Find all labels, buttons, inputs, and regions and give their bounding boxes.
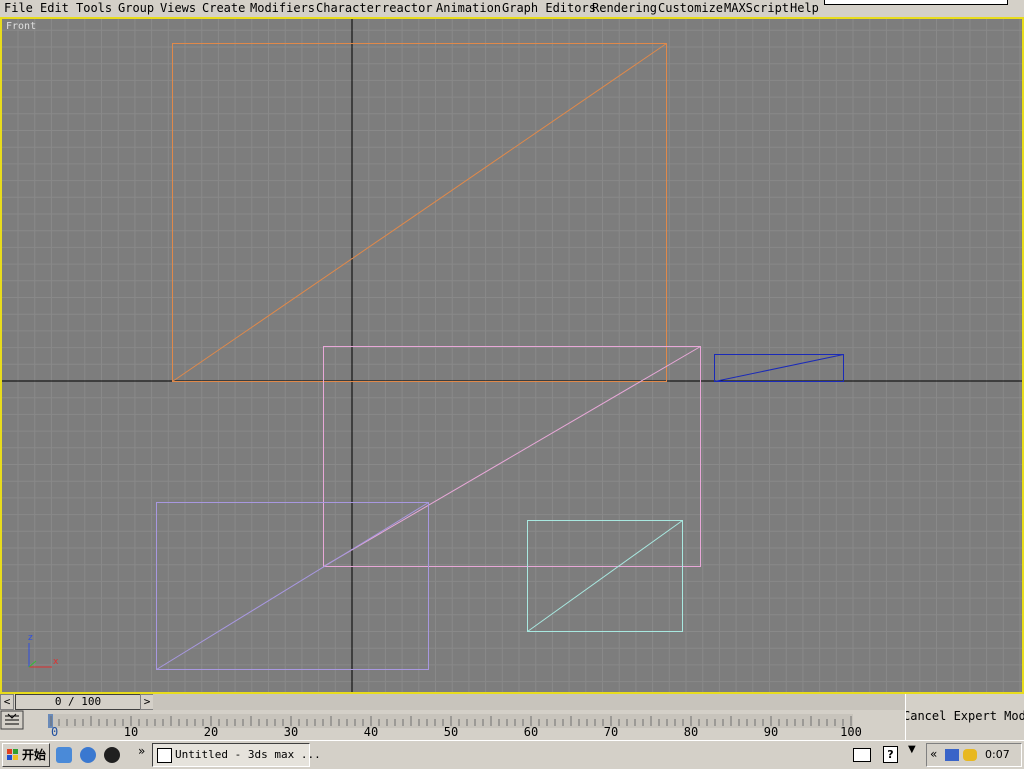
track-tick-label: 80 [684,725,698,739]
track-tick-label: 20 [204,725,218,739]
start-label: 开始 [22,748,47,762]
track-tick-label: 30 [284,725,298,739]
system-tray: « 0:07 [926,743,1022,767]
viewport-grid [2,19,1022,692]
start-button[interactable]: 开始 [2,743,50,767]
menu-help[interactable]: Help [790,0,819,17]
track-tick-label: 60 [524,725,538,739]
pink-plane[interactable] [323,346,701,567]
cancel-expert-mode-button[interactable]: Cancel Expert Mode [906,708,1024,724]
axis-z-label: z [28,633,33,643]
time-slider-track[interactable] [153,694,905,710]
clock: 0:07 [985,748,1010,761]
track-ruler[interactable]: 0 10 20 30 40 50 60 70 80 90 100 [0,710,905,740]
keyboard-icon[interactable] [853,748,871,762]
taskbar: 开始 » Untitled - 3ds max ... ? ▼ « 0:07 [0,740,1024,769]
track-tick-label: 70 [604,725,618,739]
front-viewport[interactable]: z x Front [0,17,1024,694]
time-slider-thumb[interactable]: 0 / 100 [15,694,141,710]
menu-character[interactable]: Character [316,0,381,17]
menu-maxscript[interactable]: MAXScript [724,0,789,17]
menu-modifiers[interactable]: Modifiers [250,0,315,17]
axis-gizmo: z x [28,633,59,668]
menu-bar: File Edit Tools Group Views Create Modifiers Ch… [0,0,1024,17]
axis-x-label: x [53,657,59,667]
show-desktop-icon[interactable] [56,747,72,763]
task-button-label: Untitled - 3ds max ... [175,748,321,761]
viewport-canvas[interactable]: z x [2,19,1022,692]
viewport-label[interactable]: Front [6,21,36,32]
menu-views[interactable]: Views [160,0,196,17]
network-icon[interactable] [945,749,959,761]
expert-mode-status[interactable]: Cancel Expert Mode [905,694,1024,740]
menu-reactor[interactable]: reactor [382,0,433,17]
title-field [824,0,1008,5]
menu-rendering[interactable]: Rendering [592,0,657,17]
purple-plane[interactable] [156,502,429,670]
menu-graph-editors[interactable]: Graph Editors [502,0,596,17]
blue-plane[interactable] [714,354,844,382]
menu-create[interactable]: Create [202,0,245,17]
messenger-icon[interactable] [963,749,977,761]
track-bar[interactable]: 0 10 20 30 40 50 60 70 80 90 100 [0,710,905,740]
task-button-3dsmax[interactable]: Untitled - 3ds max ... [152,743,321,767]
track-tick-label: 50 [444,725,458,739]
qq-penguin-icon[interactable] [104,747,120,763]
menu-file[interactable]: File [4,0,33,17]
time-slider-next-button[interactable]: > [140,694,154,710]
menu-animation[interactable]: Animation [436,0,501,17]
time-slider[interactable]: < 0 / 100 > [0,694,1024,710]
track-tick-label: 10 [124,725,138,739]
help-icon[interactable]: ? [883,746,898,763]
track-tick-label: 40 [364,725,378,739]
track-tick-label: 90 [764,725,778,739]
quicklaunch-chevron-icon[interactable]: » [138,744,145,758]
menu-tools[interactable]: Tools [76,0,112,17]
menu-edit[interactable]: Edit [40,0,69,17]
windows-logo-icon [7,749,18,760]
track-tick-label: 100 [840,725,862,739]
menu-group[interactable]: Group [118,0,154,17]
tray-expand-chevron-icon[interactable]: « [930,747,937,761]
3dsmax-app-icon [157,748,172,763]
track-tick-label: 0 [51,725,58,739]
menu-customize[interactable]: Customize [658,0,723,17]
language-bar-arrow-icon[interactable]: ▼ [908,744,916,755]
internet-explorer-icon[interactable] [80,747,96,763]
time-slider-prev-button[interactable]: < [0,694,14,710]
